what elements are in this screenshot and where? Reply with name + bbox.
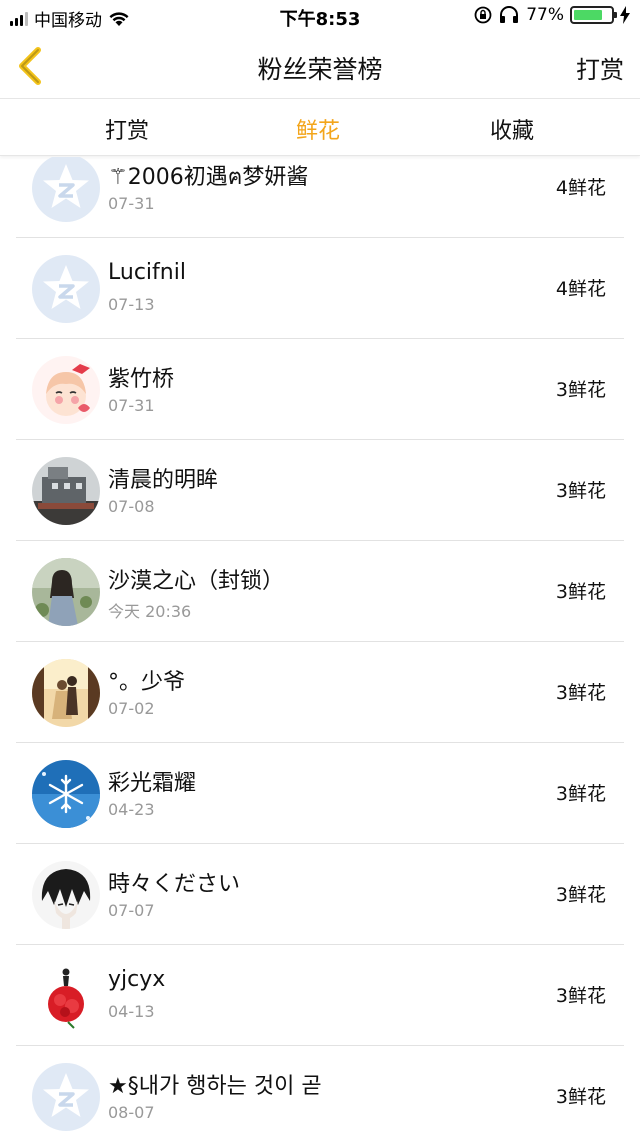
user-name: ★§내가 행하는 것이 곧 xyxy=(108,1074,322,1099)
battery-percent: 77% xyxy=(526,5,564,25)
list-scroll-content: ⚚2006初遇ฅ梦妍酱 07-31 4鲜花 Lucifnil 07-13 4鲜花紫竹桥 07… xyxy=(16,157,624,1138)
gift-date: 04-13 xyxy=(108,1002,155,1021)
list-item[interactable]: 時々ください 07-07 3鲜花 xyxy=(16,844,624,945)
default-avatar-icon[interactable] xyxy=(32,255,100,323)
gift-date: 今天 20:36 xyxy=(108,602,192,621)
flower-count: 3鲜花 xyxy=(555,581,606,603)
avatar[interactable] xyxy=(32,962,100,1030)
flower-count: 4鲜花 xyxy=(555,278,606,300)
user-name: °。少爷 xyxy=(108,670,186,695)
reward-button[interactable]: 打赏 xyxy=(576,50,624,85)
user-name: Lucifnil xyxy=(108,260,186,285)
charging-bolt-icon xyxy=(620,6,630,24)
list-item[interactable]: 紫竹桥 07-31 3鲜花 xyxy=(16,339,624,440)
flower-count: 4鲜花 xyxy=(555,177,606,199)
avatar[interactable] xyxy=(32,861,100,929)
gift-date: 07-13 xyxy=(108,295,155,314)
list-item[interactable]: yjcyx 04-13 3鲜花 xyxy=(16,945,624,1046)
status-bar: 中国移动 下午8:53 77% xyxy=(0,0,640,34)
tab-reward[interactable]: 打赏 xyxy=(77,113,177,145)
flower-count: 3鲜花 xyxy=(555,682,606,704)
user-name: 清晨的明眸 xyxy=(108,468,219,493)
default-avatar-icon[interactable] xyxy=(32,1063,100,1131)
user-name: 彩光霜耀 xyxy=(108,771,197,796)
gift-date: 07-31 xyxy=(108,194,155,213)
rotation-lock-icon xyxy=(474,6,492,24)
flower-count: 3鲜花 xyxy=(555,783,606,805)
gift-date: 07-08 xyxy=(108,497,155,516)
list-item[interactable]: 沙漠之心（封锁） 今天 20:36 3鲜花 xyxy=(16,541,624,642)
default-avatar-icon[interactable] xyxy=(32,157,100,222)
user-name: 沙漠之心（封锁） xyxy=(108,569,285,594)
battery-icon xyxy=(570,6,617,24)
headphones-icon xyxy=(500,6,519,23)
user-name: 時々ください xyxy=(108,872,241,897)
gift-date: 07-02 xyxy=(108,699,155,718)
user-name: 紫竹桥 xyxy=(108,367,175,392)
list-item[interactable]: 彩光霜耀 04-23 3鲜花 xyxy=(16,743,624,844)
nav-bar: 粉丝荣誉榜 打赏 xyxy=(0,34,640,98)
gift-date: 08-07 xyxy=(108,1103,155,1122)
list-item[interactable]: °。少爷 07-02 3鲜花 xyxy=(16,642,624,743)
battery-fill xyxy=(574,10,602,20)
tab-flowers[interactable]: 鲜花 xyxy=(268,113,368,145)
flower-count: 3鲜花 xyxy=(555,884,606,906)
user-name: yjcyx xyxy=(108,967,166,992)
flower-count: 3鲜花 xyxy=(555,480,606,502)
list-item[interactable]: ⚚2006初遇ฅ梦妍酱 07-31 4鲜花 xyxy=(16,157,624,238)
avatar[interactable] xyxy=(32,760,100,828)
flower-count: 3鲜花 xyxy=(555,1086,606,1108)
list-item[interactable]: 清晨的明眸 07-08 3鲜花 xyxy=(16,440,624,541)
gift-date: 07-07 xyxy=(108,901,155,920)
avatar[interactable] xyxy=(32,457,100,525)
gift-date: 07-31 xyxy=(108,396,155,415)
tab-bar: 打赏 鲜花 收藏 xyxy=(0,98,640,156)
flower-count: 3鲜花 xyxy=(555,379,606,401)
status-right: 77% xyxy=(474,5,630,25)
avatar[interactable] xyxy=(32,659,100,727)
flower-count: 3鲜花 xyxy=(555,985,606,1007)
avatar[interactable] xyxy=(32,356,100,424)
flower-ranking-list[interactable]: ⚚2006初遇ฅ梦妍酱 07-31 4鲜花 Lucifnil 07-13 4鲜花紫竹桥 07… xyxy=(16,157,624,1138)
tab-favorites[interactable]: 收藏 xyxy=(462,113,562,145)
avatar[interactable] xyxy=(32,558,100,626)
page-title: 粉丝荣誉榜 xyxy=(257,55,383,84)
gift-date: 04-23 xyxy=(108,800,155,819)
list-item[interactable]: ★§내가 행하는 것이 곧 08-07 3鲜花 xyxy=(16,1046,624,1138)
list-item[interactable]: Lucifnil 07-13 4鲜花 xyxy=(16,238,624,339)
user-name: ⚚2006初遇ฅ梦妍酱 xyxy=(108,165,309,190)
